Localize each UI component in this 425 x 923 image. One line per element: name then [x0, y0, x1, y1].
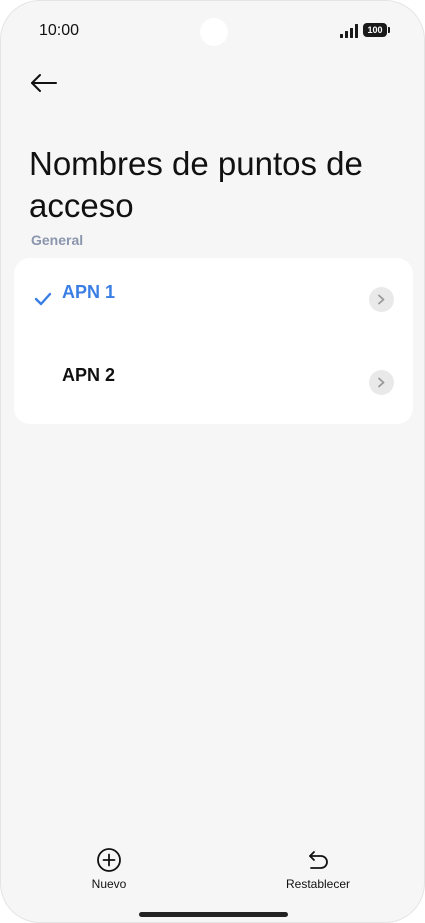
plus-circle-icon [97, 848, 121, 872]
battery-icon: 100 [363, 23, 391, 37]
arrow-left-icon [31, 74, 57, 92]
chevron-right-icon[interactable] [369, 287, 394, 312]
back-button[interactable] [25, 63, 65, 103]
apn-item-2[interactable]: APN 2 [14, 341, 413, 424]
check-icon [34, 292, 52, 306]
home-indicator[interactable] [139, 912, 288, 917]
signal-icon [340, 24, 358, 38]
new-apn-button[interactable]: Nuevo [79, 847, 139, 891]
apn-item-1[interactable]: APN 1 [14, 258, 413, 341]
apn-item-label: APN 2 [62, 365, 116, 385]
status-bar: 10:00 100 [1, 1, 424, 61]
apn-item-label: APN 1 [62, 282, 116, 302]
page-title: Nombres de puntos de acceso [29, 145, 363, 225]
battery-level: 100 [363, 23, 387, 37]
phone-screen: 10:00 100 Nombres de puntos de acceso Ge… [0, 0, 425, 923]
reset-button[interactable]: Restablecer [275, 847, 361, 891]
new-apn-label: Nuevo [91, 877, 127, 891]
section-header: General [31, 232, 84, 248]
reset-label: Restablecer [285, 877, 351, 891]
status-time: 10:00 [39, 22, 80, 39]
apn-list-card: APN 1 APN 2 [14, 258, 413, 424]
undo-icon [309, 851, 328, 869]
battery-tip [388, 27, 390, 33]
camera-cutout [200, 18, 228, 46]
chevron-right-icon[interactable] [369, 370, 394, 395]
